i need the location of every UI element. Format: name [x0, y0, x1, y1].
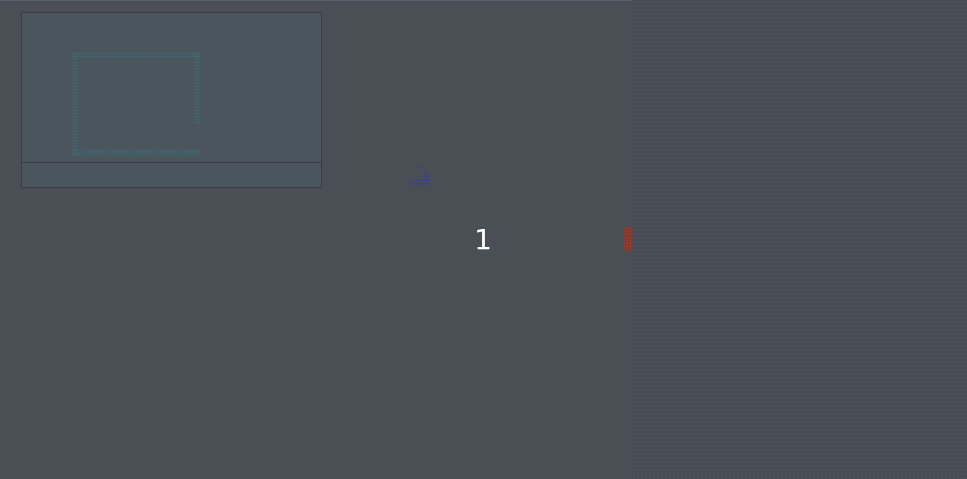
- minimap-wall-left: [72, 52, 78, 156]
- dotted-arena-region: [632, 0, 967, 479]
- minimap-wall-bottom: [72, 149, 200, 156]
- minimap-wall-right: [194, 52, 200, 124]
- red-block-icon: [623, 227, 631, 251]
- game-canvas[interactable]: 1: [0, 0, 967, 479]
- minimap-wall-top: [72, 52, 200, 58]
- score-counter: 1: [474, 223, 492, 256]
- player-sprite-icon: [408, 164, 432, 188]
- minimap-panel: [21, 12, 322, 188]
- minimap-footer: [22, 163, 321, 187]
